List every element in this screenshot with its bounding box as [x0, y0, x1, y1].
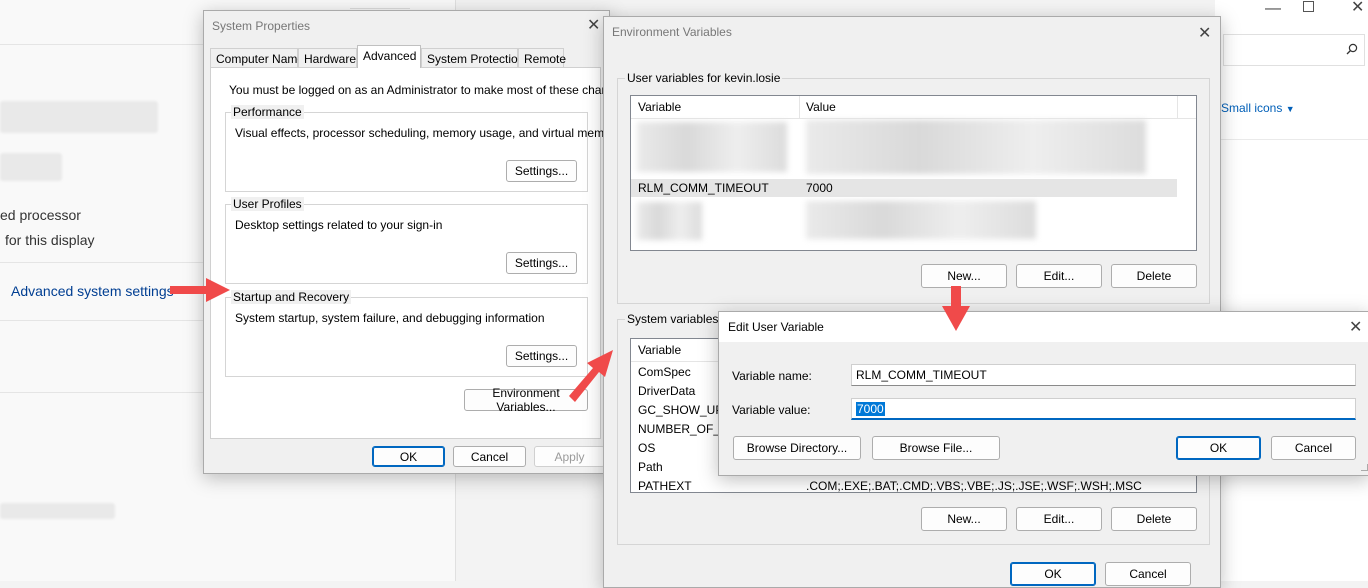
- close-icon[interactable]: ✕: [1349, 317, 1362, 337]
- search-input[interactable]: [1223, 34, 1365, 66]
- annotation-arrow-icon: [942, 286, 970, 331]
- tab-system-protection[interactable]: System Protection: [421, 48, 524, 67]
- edit-user-variable-dialog: Edit User Variable ✕ Variable name: RLM_…: [718, 311, 1368, 476]
- browse-file-button[interactable]: Browse File...: [872, 436, 1000, 460]
- annotation-arrow-icon: [569, 350, 613, 402]
- blurred-text: [0, 503, 115, 519]
- maximize-icon[interactable]: [1303, 1, 1314, 12]
- window-tab-edge: [350, 0, 410, 9]
- ok-button[interactable]: OK: [372, 446, 445, 467]
- variable-value-cell: .COM;.EXE;.BAT;.CMD;.VBS;.VBE;.JS;.JSE;.…: [806, 479, 1142, 493]
- variable-name-label: Variable name:: [732, 369, 812, 383]
- variable-name-cell: ComSpec: [638, 365, 691, 379]
- user-variables-group: User variables for kevin.losie Variable …: [617, 71, 1210, 304]
- search-icon: [1346, 43, 1358, 55]
- processor-text: ed processor: [0, 207, 81, 223]
- column-separator: [799, 96, 800, 118]
- tab-computer-name[interactable]: Computer Name: [210, 48, 304, 67]
- variable-name-field[interactable]: RLM_COMM_TIMEOUT: [851, 364, 1356, 386]
- variable-value-label: Variable value:: [732, 403, 811, 417]
- blurred-heading: [0, 101, 158, 133]
- user-profiles-group: User Profiles Desktop settings related t…: [225, 197, 588, 284]
- system-properties-dialog: System Properties ✕ Computer Name Hardwa…: [203, 10, 631, 474]
- variable-name-cell: DriverData: [638, 384, 696, 398]
- column-separator: [1177, 96, 1178, 118]
- redacted-content: [806, 120, 1146, 174]
- variable-name-cell: OS: [638, 441, 656, 455]
- cancel-button[interactable]: Cancel: [453, 446, 526, 467]
- performance-group: Performance Visual effects, processor sc…: [225, 105, 621, 192]
- group-label: User variables for kevin.losie: [625, 71, 783, 85]
- cancel-button[interactable]: Cancel: [1105, 562, 1191, 586]
- view-option-label: Small icons: [1221, 101, 1283, 115]
- group-description: Desktop settings related to your sign-in: [235, 218, 443, 232]
- chevron-down-icon: ▼: [1285, 104, 1295, 114]
- list-header: Variable Value: [631, 96, 1196, 119]
- selected-value-text: 7000: [856, 402, 885, 416]
- tab-hardware[interactable]: Hardware: [298, 48, 357, 67]
- dialog-title: Edit User Variable: [728, 320, 824, 334]
- list-item[interactable]: RLM_COMM_TIMEOUT 7000: [631, 179, 1177, 197]
- resize-grip-icon[interactable]: [1361, 464, 1368, 471]
- variable-value-field[interactable]: 7000: [851, 398, 1356, 420]
- apply-button[interactable]: Apply: [534, 446, 605, 467]
- performance-settings-button[interactable]: Settings...: [506, 160, 577, 182]
- redacted-content: [806, 201, 1036, 239]
- minimize-icon[interactable]: —: [1265, 0, 1281, 18]
- variable-value-cell: 7000: [806, 181, 833, 195]
- group-label: Performance: [231, 105, 304, 119]
- user-profiles-settings-button[interactable]: Settings...: [506, 252, 577, 274]
- blurred-text: [0, 153, 62, 181]
- list-item[interactable]: PATHEXT .COM;.EXE;.BAT;.CMD;.VBS;.VBE;.J…: [631, 477, 1196, 493]
- variable-name-cell: RLM_COMM_TIMEOUT: [638, 181, 769, 195]
- dialog-title: System Properties: [212, 19, 311, 33]
- redacted-content: [637, 122, 787, 172]
- group-description: Visual effects, processor scheduling, me…: [235, 126, 621, 140]
- system-delete-button[interactable]: Delete: [1111, 507, 1197, 531]
- column-header-variable[interactable]: Variable: [638, 343, 681, 357]
- ok-button[interactable]: OK: [1176, 436, 1261, 460]
- annotation-arrow-icon: [170, 278, 230, 302]
- variable-name-cell: Path: [638, 460, 663, 474]
- close-icon[interactable]: ✕: [1351, 0, 1364, 17]
- variable-name-cell: PATHEXT: [638, 479, 692, 493]
- divider: [1215, 139, 1368, 140]
- ok-button[interactable]: OK: [1010, 562, 1096, 586]
- system-edit-button[interactable]: Edit...: [1016, 507, 1102, 531]
- column-header-variable[interactable]: Variable: [638, 100, 681, 114]
- user-new-button[interactable]: New...: [921, 264, 1007, 288]
- tab-remote[interactable]: Remote: [518, 48, 566, 67]
- advanced-tab-pane: You must be logged on as an Administrato…: [210, 67, 631, 439]
- user-edit-button[interactable]: Edit...: [1016, 264, 1102, 288]
- browse-directory-button[interactable]: Browse Directory...: [733, 436, 861, 460]
- user-delete-button[interactable]: Delete: [1111, 264, 1197, 288]
- group-label: System variables: [625, 312, 721, 326]
- dialog-title: Environment Variables: [612, 25, 732, 39]
- close-icon[interactable]: ✕: [587, 15, 600, 35]
- explorer-window-background: — ✕ Small icons ▼: [1215, 0, 1368, 581]
- display-text: for this display: [5, 232, 95, 248]
- cancel-button[interactable]: Cancel: [1271, 436, 1356, 460]
- close-icon[interactable]: ✕: [1198, 23, 1211, 43]
- redacted-content: [637, 202, 702, 240]
- view-small-icons-dropdown[interactable]: Small icons ▼: [1221, 101, 1295, 115]
- environment-variables-dialog: Environment Variables ✕ User variables f…: [603, 16, 1221, 588]
- tab-advanced[interactable]: Advanced: [357, 45, 421, 68]
- column-header-value[interactable]: Value: [806, 100, 836, 114]
- startup-recovery-group: Startup and Recovery System startup, sys…: [225, 290, 588, 377]
- group-label: User Profiles: [231, 197, 304, 211]
- group-description: System startup, system failure, and debu…: [235, 311, 545, 325]
- system-new-button[interactable]: New...: [921, 507, 1007, 531]
- group-label: Startup and Recovery: [231, 290, 352, 304]
- admin-notice: You must be logged on as an Administrato…: [229, 83, 631, 97]
- advanced-system-settings-link[interactable]: Advanced system settings: [11, 283, 174, 299]
- user-variables-list[interactable]: Variable Value RLM_COMM_TIMEOUT 7000: [630, 95, 1197, 251]
